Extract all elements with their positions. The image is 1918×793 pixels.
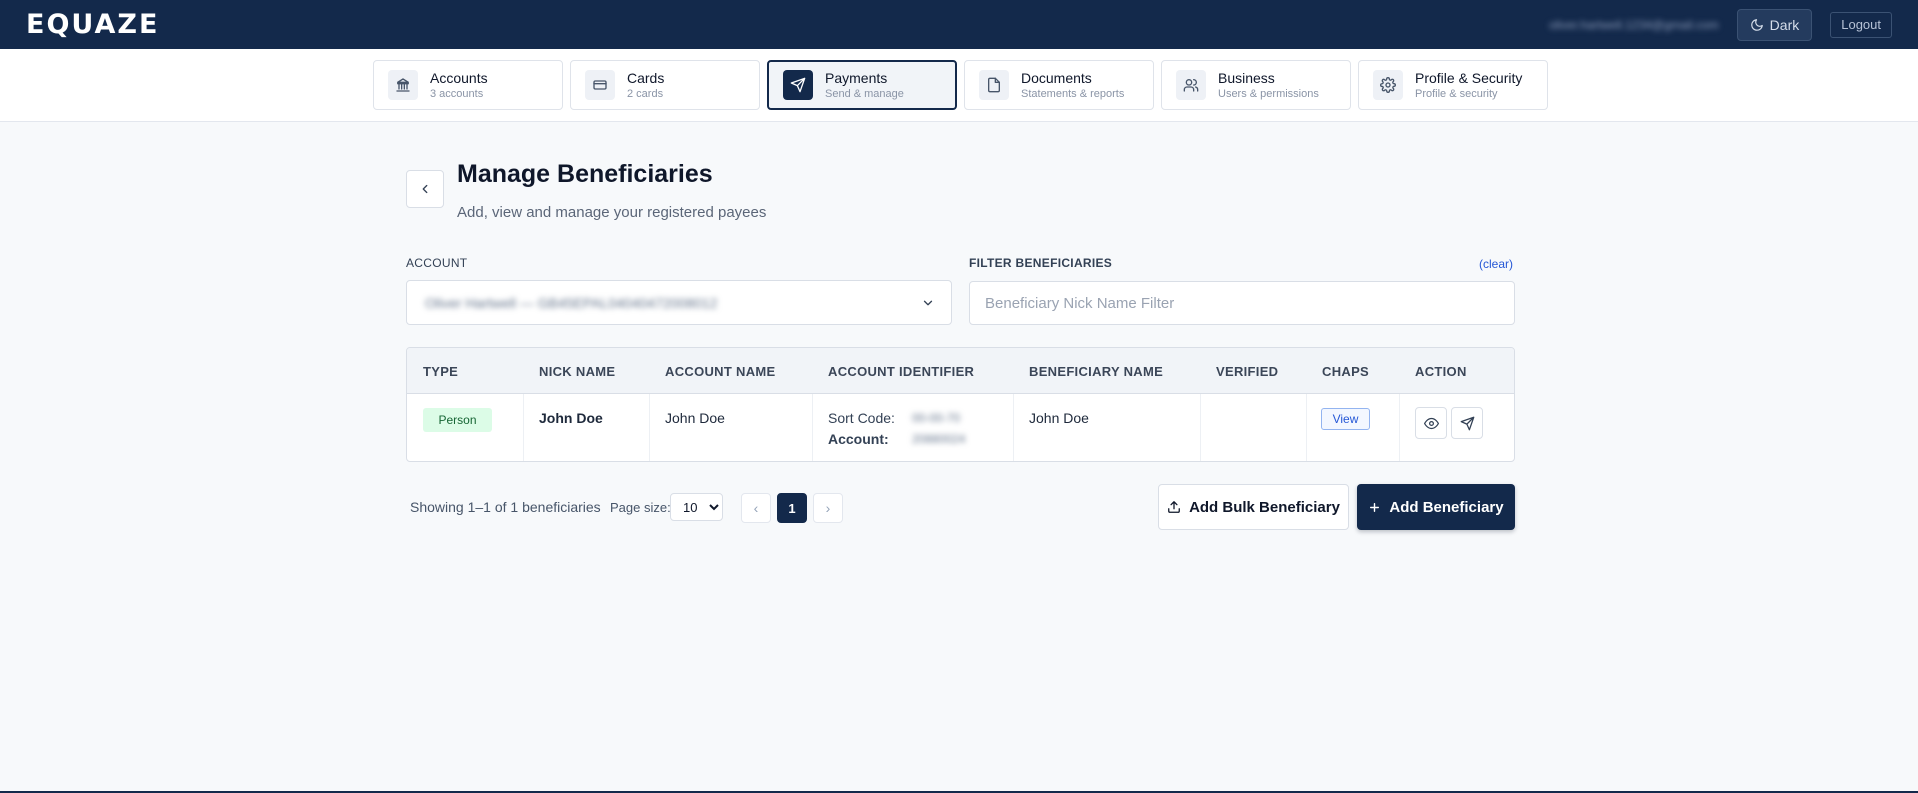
send-icon bbox=[1460, 416, 1475, 431]
results-summary: Showing 1–1 of 1 beneficiaries bbox=[410, 499, 601, 515]
tab-accounts-sub: 3 accounts bbox=[430, 88, 484, 100]
account-label: ACCOUNT bbox=[406, 256, 468, 270]
bank-icon bbox=[388, 70, 418, 100]
users-icon bbox=[1176, 70, 1206, 100]
tab-documents-label: Documents bbox=[1021, 70, 1092, 86]
nick-name-cell: John Doe bbox=[539, 410, 603, 426]
tab-documents[interactable]: Documents Statements & reports bbox=[964, 60, 1154, 110]
theme-toggle-label: Dark bbox=[1769, 16, 1800, 33]
column-header-verified: VERIFIED bbox=[1216, 364, 1279, 379]
tab-documents-sub: Statements & reports bbox=[1021, 88, 1125, 100]
page-size-select[interactable]: 10 bbox=[670, 493, 723, 521]
tab-business-sub: Users & permissions bbox=[1218, 88, 1319, 100]
tab-payments-sub: Send & manage bbox=[825, 88, 904, 100]
logout-button[interactable]: Logout bbox=[1830, 11, 1892, 38]
chaps-view-button[interactable]: View bbox=[1321, 408, 1370, 430]
account-number-label: Account: bbox=[828, 431, 889, 447]
page-subtitle: Add, view and manage your registered pay… bbox=[457, 204, 767, 221]
tab-profile-security-sub: Profile & security bbox=[1415, 88, 1498, 100]
sort-code-value: 00-00-70 bbox=[912, 411, 961, 425]
clear-filter-link[interactable]: (clear) bbox=[1479, 257, 1513, 271]
add-bulk-beneficiary-label: Add Bulk Beneficiary bbox=[1189, 498, 1340, 516]
moon-icon bbox=[1750, 18, 1764, 32]
view-beneficiary-button[interactable] bbox=[1415, 407, 1447, 439]
tab-profile-security[interactable]: Profile & Security Profile & security bbox=[1358, 60, 1548, 110]
tab-accounts[interactable]: Accounts 3 accounts bbox=[373, 60, 563, 110]
pay-beneficiary-button[interactable] bbox=[1451, 407, 1483, 439]
tab-payments-label: Payments bbox=[825, 70, 888, 86]
gear-icon bbox=[1373, 70, 1403, 100]
user-email: oliver.hartwell.1234@gmail.com bbox=[1549, 17, 1719, 32]
back-button[interactable] bbox=[406, 170, 444, 208]
column-header-account-identifier: ACCOUNT IDENTIFIER bbox=[828, 364, 975, 379]
add-beneficiary-label: Add Beneficiary bbox=[1389, 498, 1504, 516]
tab-accounts-label: Accounts bbox=[430, 70, 488, 86]
main-nav: Accounts 3 accounts Cards 2 cards Payments… bbox=[0, 49, 1918, 122]
top-bar-actions: oliver.hartwell.1234@gmail.com Dark Logo… bbox=[1549, 8, 1892, 41]
column-header-beneficiary-name: BENEFICIARY NAME bbox=[1029, 364, 1164, 379]
beneficiary-filter-input[interactable] bbox=[969, 281, 1515, 325]
page-1-button[interactable]: 1 bbox=[777, 493, 807, 523]
tab-business-label: Business bbox=[1218, 70, 1275, 86]
sort-code-label: Sort Code: bbox=[828, 410, 895, 426]
type-badge: Person bbox=[423, 408, 492, 432]
column-header-chaps: CHAPS bbox=[1322, 364, 1370, 379]
beneficiaries-table: TYPE NICK NAME ACCOUNT NAME ACCOUNT IDEN… bbox=[406, 347, 1515, 462]
add-bulk-beneficiary-button[interactable]: Add Bulk Beneficiary bbox=[1158, 484, 1349, 530]
chevron-down-icon bbox=[921, 296, 935, 310]
column-header-action: ACTION bbox=[1415, 364, 1467, 379]
prev-page-button[interactable]: ‹ bbox=[741, 493, 771, 523]
top-bar: EQUAZE oliver.hartwell.1234@gmail.com Da… bbox=[0, 0, 1918, 49]
column-header-nick-name: NICK NAME bbox=[539, 364, 616, 379]
chevron-left-icon bbox=[418, 182, 432, 196]
account-number-value: 20880024 bbox=[912, 432, 966, 446]
table-row: Person John Doe John Doe Sort Code: 00-0… bbox=[407, 394, 1514, 461]
theme-toggle-button[interactable]: Dark bbox=[1736, 8, 1813, 41]
account-select-value: Oliver Hartwell — GB45EPAL04040472008012 bbox=[425, 294, 718, 311]
eye-icon bbox=[1423, 416, 1439, 431]
filter-label: FILTER BENEFICIARIES bbox=[969, 256, 1113, 270]
tab-cards-label: Cards bbox=[627, 70, 665, 86]
account-select[interactable]: Oliver Hartwell — GB45EPAL04040472008012 bbox=[406, 280, 952, 325]
upload-icon bbox=[1167, 500, 1181, 514]
beneficiary-name-cell: John Doe bbox=[1029, 410, 1089, 426]
page-title: Manage Beneficiaries bbox=[457, 160, 713, 188]
add-beneficiary-button[interactable]: Add Beneficiary bbox=[1357, 484, 1515, 530]
next-page-button[interactable]: › bbox=[813, 493, 843, 523]
column-header-account-name: ACCOUNT NAME bbox=[665, 364, 776, 379]
send-icon bbox=[783, 70, 813, 100]
tab-cards-sub: 2 cards bbox=[627, 88, 664, 100]
column-header-type: TYPE bbox=[423, 364, 459, 379]
logo[interactable]: EQUAZE bbox=[26, 9, 159, 40]
plus-icon bbox=[1368, 501, 1381, 514]
table-header: TYPE NICK NAME ACCOUNT NAME ACCOUNT IDEN… bbox=[407, 348, 1514, 394]
tab-payments[interactable]: Payments Send & manage bbox=[767, 60, 957, 110]
tab-profile-security-label: Profile & Security bbox=[1415, 70, 1523, 86]
card-icon bbox=[585, 70, 615, 100]
tab-cards[interactable]: Cards 2 cards bbox=[570, 60, 760, 110]
tab-business[interactable]: Business Users & permissions bbox=[1161, 60, 1351, 110]
account-name-cell: John Doe bbox=[665, 410, 725, 426]
page-size-label: Page size: bbox=[610, 500, 671, 515]
document-icon bbox=[979, 70, 1009, 100]
